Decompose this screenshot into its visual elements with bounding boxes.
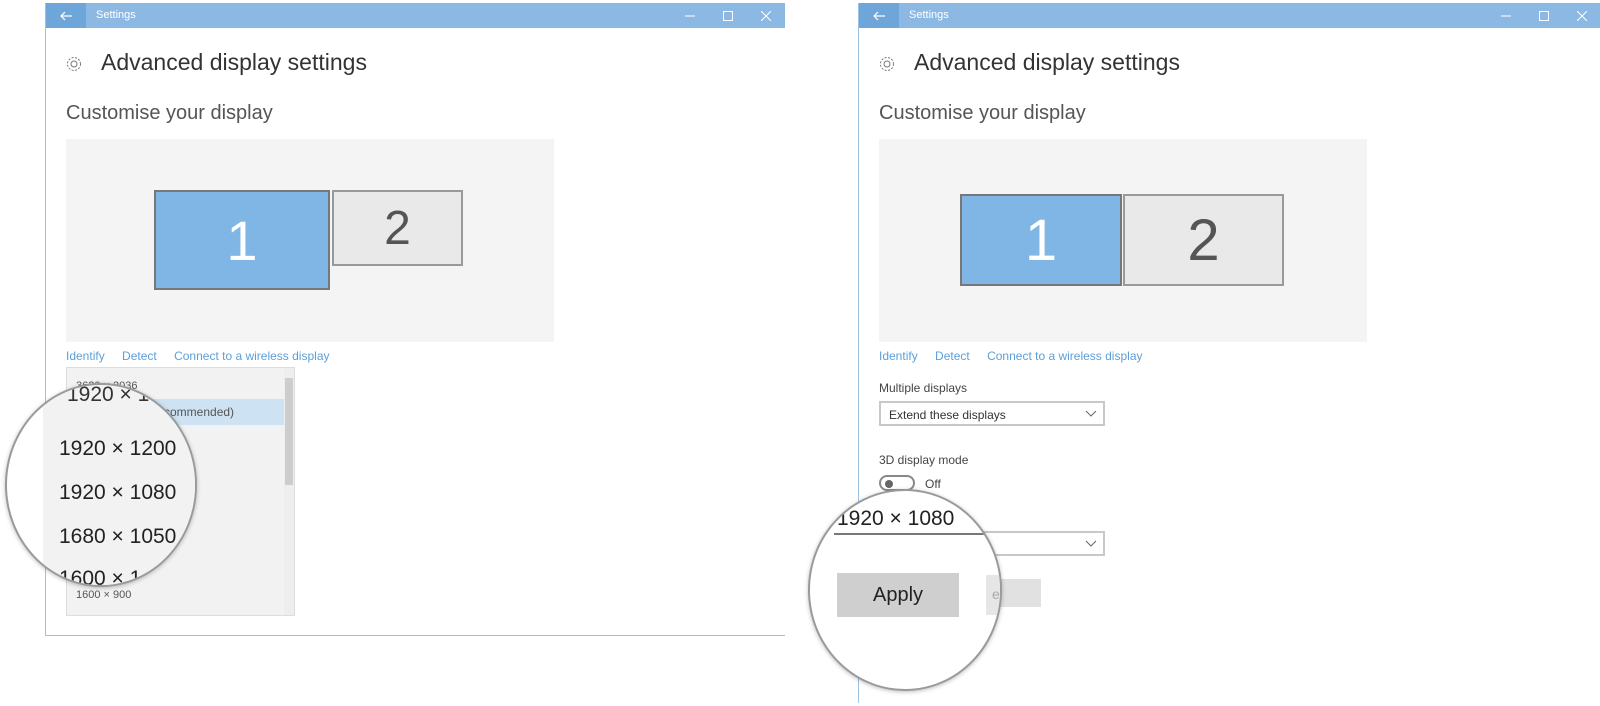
magnified-list-item[interactable]: 1680 × 1050	[59, 525, 176, 549]
close-button[interactable]	[1563, 3, 1600, 28]
scrollbar-thumb[interactable]	[285, 378, 293, 485]
monitor-1[interactable]: 1	[154, 190, 330, 290]
window-title: Settings	[96, 9, 136, 21]
minimize-icon	[685, 15, 695, 16]
close-icon	[1577, 10, 1587, 21]
minimize-button[interactable]	[671, 3, 709, 28]
maximize-icon	[723, 10, 733, 21]
toggle-state-label: Off	[925, 477, 941, 491]
identify-link[interactable]: Identify	[66, 349, 105, 363]
page-title: Advanced display settings	[914, 49, 1180, 75]
multiple-displays-dropdown[interactable]: Extend these displays	[879, 401, 1105, 426]
title-bar: Settings	[46, 3, 785, 28]
back-button[interactable]	[46, 3, 86, 28]
magnifier-lens-right: 1920 × 1080 Apply el	[808, 489, 1002, 691]
gear-icon	[67, 57, 81, 71]
back-arrow-icon	[873, 11, 885, 20]
identify-link[interactable]: Identify	[879, 349, 918, 363]
display-arrangement: 1 2	[66, 139, 554, 342]
wireless-display-link[interactable]: Connect to a wireless display	[987, 349, 1142, 363]
scrollbar[interactable]	[284, 368, 294, 615]
maximize-icon	[1539, 10, 1549, 21]
window-title: Settings	[909, 9, 949, 21]
minimize-button[interactable]	[1487, 3, 1525, 28]
apply-button[interactable]: Apply	[837, 573, 959, 617]
maximize-button[interactable]	[1525, 3, 1563, 28]
minimize-icon	[1501, 15, 1511, 16]
magnified-list-item: 1920 × 14	[67, 383, 162, 406]
dropdown-value: Extend these displays	[889, 408, 1006, 422]
magnified-list-item[interactable]: 1920 × 1200	[59, 437, 176, 461]
chevron-down-icon	[1085, 410, 1097, 417]
3d-display-mode-label: 3D display mode	[879, 453, 969, 467]
section-title: Customise your display	[66, 102, 273, 124]
toggle-knob	[885, 480, 893, 488]
back-button[interactable]	[859, 3, 899, 28]
wireless-display-link[interactable]: Connect to a wireless display	[174, 349, 329, 363]
magnified-list-item[interactable]: 1920 × 1080	[59, 481, 176, 505]
monitor-2[interactable]: 2	[332, 190, 463, 266]
cancel-button[interactable]	[1001, 579, 1041, 607]
detect-link[interactable]: Detect	[935, 349, 970, 363]
detect-link[interactable]: Detect	[122, 349, 157, 363]
title-bar: Settings	[859, 3, 1600, 28]
magnified-resolution-value: 1920 × 1080	[837, 507, 955, 530]
maximize-button[interactable]	[709, 3, 747, 28]
close-button[interactable]	[747, 3, 785, 28]
close-icon	[761, 10, 771, 21]
multiple-displays-label: Multiple displays	[879, 381, 968, 395]
list-item[interactable]: 1600 × 900	[76, 589, 131, 601]
page-title: Advanced display settings	[101, 49, 367, 75]
section-title: Customise your display	[879, 102, 1086, 124]
monitor-2[interactable]: 2	[1123, 194, 1284, 286]
chevron-down-icon	[1085, 540, 1097, 547]
gear-icon	[880, 57, 894, 71]
back-arrow-icon	[60, 11, 72, 20]
display-links: Identify Detect Connect to a wireless di…	[879, 349, 1157, 363]
display-arrangement: 1 2	[879, 139, 1367, 342]
display-links: Identify Detect Connect to a wireless di…	[66, 349, 344, 363]
magnifier-lens-left: 1920 × 14 1920 × 1200 1920 × 1080 1680 ×…	[5, 383, 197, 587]
cancel-button-partial[interactable]: el	[986, 575, 1000, 615]
magnified-list-item: 1600 × 1	[59, 567, 142, 587]
monitor-1[interactable]: 1	[960, 194, 1122, 286]
